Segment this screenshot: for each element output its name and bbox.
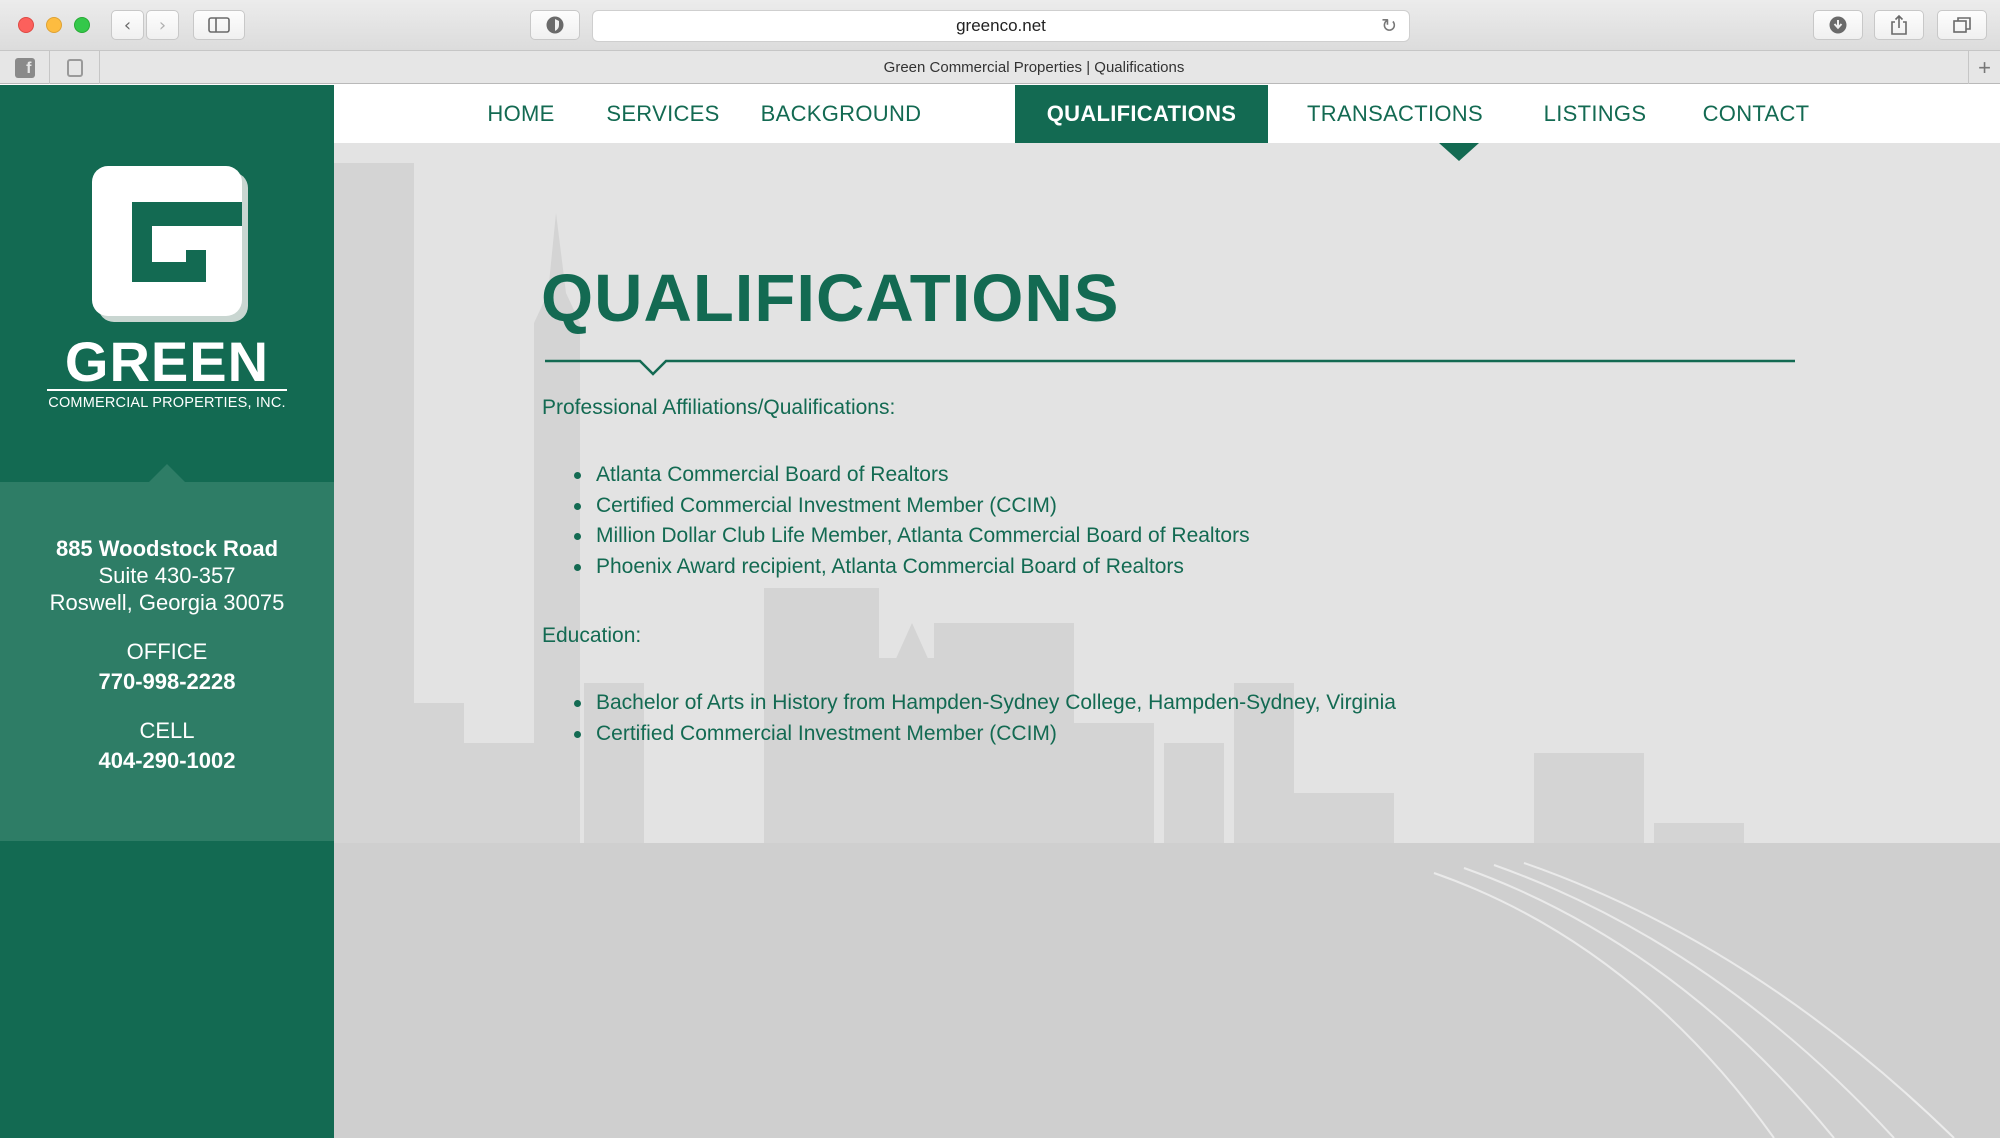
new-tab-button[interactable]: + [1968, 51, 2000, 84]
url-text: greenco.net [956, 16, 1046, 35]
address-suite: Suite 430-357 [98, 563, 236, 588]
reload-icon[interactable]: ↻ [1381, 15, 1397, 37]
tab-bar: f Green Commercial Properties | Qualific… [0, 51, 2000, 84]
qualifications-section: QUALIFICATIONS Professional Affiliations… [334, 85, 2000, 1138]
plus-icon: + [1978, 54, 1991, 80]
green-g-logo[interactable] [92, 166, 248, 322]
title-divider [545, 359, 1795, 376]
address-city: Roswell, Georgia 30075 [49, 590, 285, 615]
office-label: OFFICE [126, 639, 208, 664]
brand-name: GREEN [64, 330, 270, 393]
downloads-button[interactable] [1813, 10, 1863, 40]
list-item: Bachelor of Arts in History from Hampden… [570, 688, 1396, 719]
cell-phone[interactable]: 404-290-1002 [0, 748, 334, 774]
facebook-icon: f [14, 57, 35, 78]
list-item: Million Dollar Club Life Member, Atlanta… [570, 521, 1250, 552]
pinned-tab-robot[interactable] [50, 51, 100, 84]
shield-icon [546, 16, 564, 34]
sidebar-icon [208, 17, 230, 33]
minimize-window-button[interactable] [46, 17, 62, 33]
address-bar[interactable]: greenco.net ↻ [592, 10, 1410, 42]
tabs-icon [1953, 17, 1971, 33]
back-button[interactable]: ‹ [111, 10, 144, 40]
list-item: Certified Commercial Investment Member (… [570, 719, 1396, 750]
info-panel-notch [149, 464, 185, 482]
zoom-window-button[interactable] [74, 17, 90, 33]
robot-icon [66, 58, 83, 77]
address-street: 885 Woodstock Road [55, 536, 279, 561]
main-content-area: HOME SERVICES BACKGROUND QUALIFICATIONS … [334, 85, 2000, 1138]
brand-subtitle: COMMERCIAL PROPERTIES, INC. [48, 395, 286, 411]
contact-info-panel: 885 Woodstock Road Suite 430-357 Roswell… [0, 482, 334, 841]
close-window-button[interactable] [18, 17, 34, 33]
chevron-left-icon: ‹ [123, 14, 132, 36]
web-page: GREEN COMMERCIAL PROPERTIES, INC. 885 Wo… [0, 85, 2000, 1138]
pinned-tab-facebook[interactable]: f [0, 51, 50, 84]
tab-active[interactable]: Green Commercial Properties | Qualificat… [100, 51, 1968, 84]
sidebar-toggle-button[interactable] [193, 10, 245, 40]
education-heading: Education: [542, 624, 642, 647]
cell-label: CELL [139, 718, 195, 743]
download-icon [1829, 16, 1847, 34]
education-list: Bachelor of Arts in History from Hampden… [570, 688, 1396, 749]
list-item: Atlanta Commercial Board of Realtors [570, 460, 1250, 491]
chevron-right-icon: › [158, 14, 167, 36]
page-title: QUALIFICATIONS [541, 261, 1120, 336]
sidebar: GREEN COMMERCIAL PROPERTIES, INC. 885 Wo… [0, 85, 334, 1138]
privacy-report-button[interactable] [530, 10, 580, 40]
tab-title: Green Commercial Properties | Qualificat… [883, 59, 1185, 76]
list-item: Phoenix Award recipient, Atlanta Commerc… [570, 552, 1250, 583]
brand-rule [47, 389, 287, 391]
office-phone[interactable]: 770-998-2228 [0, 669, 334, 695]
forward-button[interactable]: › [146, 10, 179, 40]
list-item: Certified Commercial Investment Member (… [570, 491, 1250, 522]
show-tabs-button[interactable] [1937, 10, 1987, 40]
share-icon [1891, 14, 1907, 35]
browser-toolbar: ‹ › greenco.net ↻ [0, 0, 2000, 51]
affiliations-list: Atlanta Commercial Board of Realtors Cer… [570, 460, 1250, 582]
share-button[interactable] [1874, 10, 1924, 40]
affiliations-heading: Professional Affiliations/Qualifications… [542, 396, 896, 419]
